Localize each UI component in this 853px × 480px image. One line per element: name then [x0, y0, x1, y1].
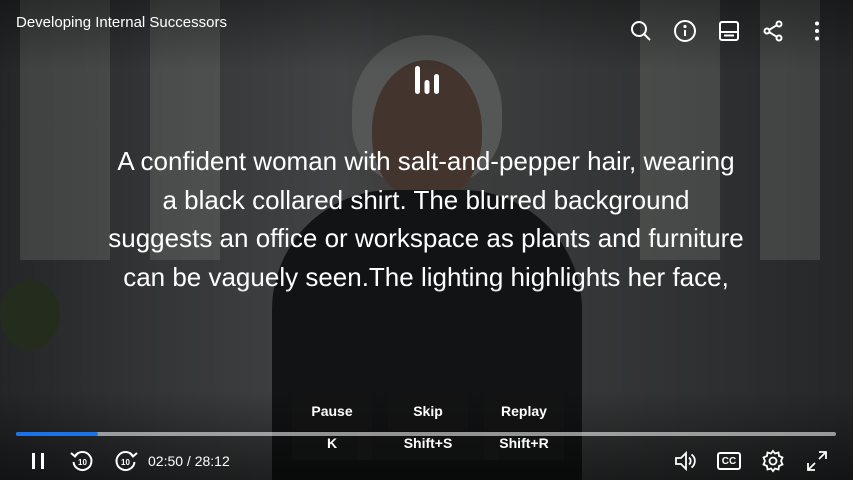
pause-button[interactable]: [16, 446, 60, 476]
fullscreen-button[interactable]: [795, 446, 839, 476]
share-button[interactable]: [751, 14, 795, 48]
video-title: Developing Internal Successors: [16, 14, 227, 31]
skip-shortcut-key: Shift+S: [403, 435, 453, 451]
audio-description-icon: [415, 66, 439, 94]
info-button[interactable]: [663, 14, 707, 48]
shortcut-pause: Pause K: [292, 391, 372, 451]
pause-shortcut-key: K: [326, 435, 338, 451]
top-toolbar: [619, 14, 839, 48]
replay-shortcut-key: Shift+R: [499, 435, 549, 451]
progress-fill: [16, 432, 99, 436]
progress-bar[interactable]: [16, 432, 836, 436]
skip-shortcut-button[interactable]: Skip: [388, 391, 468, 431]
gear-icon: [762, 449, 784, 473]
svg-text:10: 10: [78, 458, 87, 467]
more-options-button[interactable]: [795, 14, 839, 48]
rewind-10-icon: 10: [70, 451, 93, 471]
captions-icon: CC: [717, 452, 741, 470]
pause-shortcut-button[interactable]: Pause: [292, 391, 372, 431]
volume-icon: [675, 450, 696, 472]
transcript-icon: [719, 21, 739, 41]
share-icon: [763, 20, 783, 42]
info-icon: [674, 20, 696, 42]
replay-shortcut-button[interactable]: Replay: [484, 391, 564, 431]
search-button[interactable]: [619, 14, 663, 48]
time-display: 02:50 / 28:12: [148, 453, 230, 469]
rewind-10-button[interactable]: 10: [60, 446, 104, 476]
shortcut-skip: Skip Shift+S: [388, 391, 468, 451]
audio-description-text: A confident woman with salt-and-pepper h…: [108, 146, 744, 292]
forward-10-icon: 10: [115, 451, 138, 471]
forward-10-button[interactable]: 10: [104, 446, 148, 476]
left-controls: 10 10 02:50 / 28:12: [16, 446, 230, 476]
svg-text:10: 10: [121, 458, 130, 467]
shortcut-replay: Replay Shift+R: [484, 391, 564, 451]
volume-button[interactable]: [663, 446, 707, 476]
more-options-icon: [815, 21, 819, 41]
pause-icon: [32, 453, 44, 469]
right-controls: CC: [663, 446, 839, 476]
search-icon: [631, 21, 651, 41]
transcript-button[interactable]: [707, 14, 751, 48]
settings-button[interactable]: [751, 446, 795, 476]
captions-button[interactable]: CC: [707, 446, 751, 476]
fullscreen-icon: [807, 451, 827, 471]
